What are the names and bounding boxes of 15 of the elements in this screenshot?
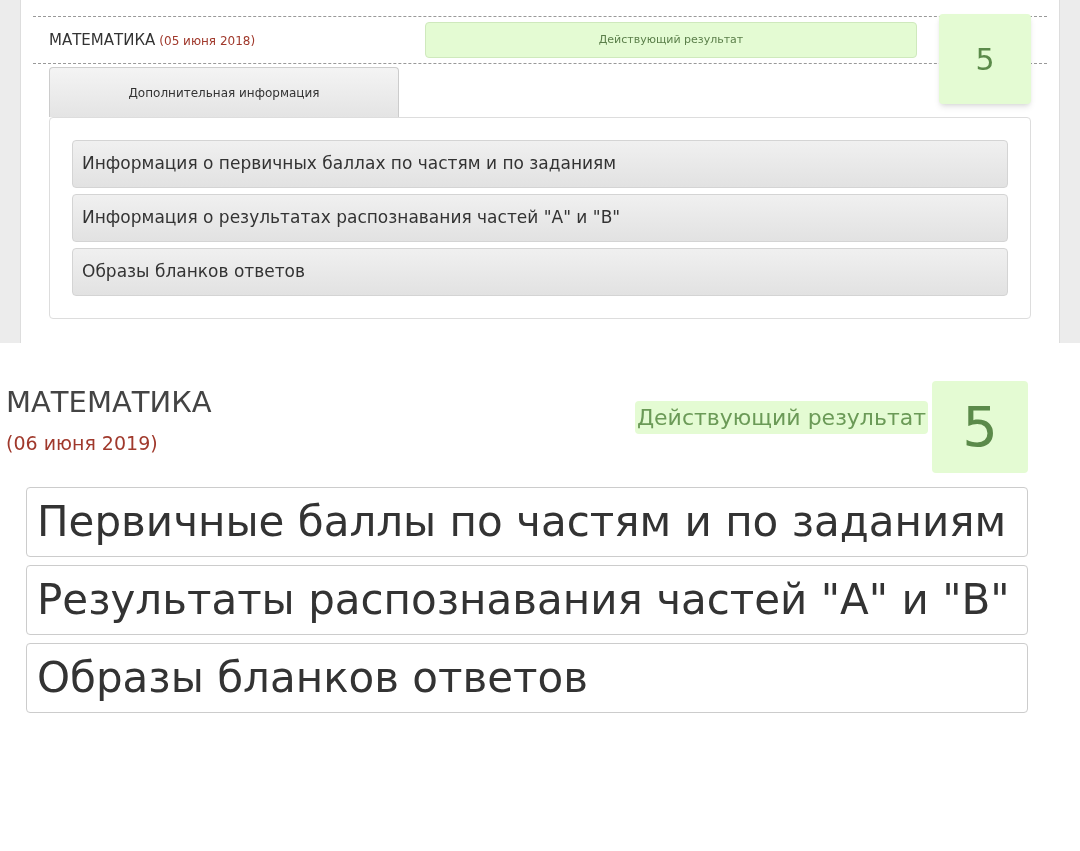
info-link[interactable]: Информация о первичных баллах по частям и по заданиям bbox=[72, 140, 1008, 188]
info-link[interactable]: Первичные баллы по частям и по заданиям bbox=[26, 487, 1028, 557]
grade-badge: 5 bbox=[939, 14, 1031, 104]
exam-date: (06 июня 2019) bbox=[6, 430, 159, 456]
info-link[interactable]: Образы бланков ответов bbox=[26, 643, 1028, 713]
tab[interactable]: Дополнительная информация bbox=[49, 67, 399, 117]
subject-title: МАТЕМАТИКА bbox=[6, 384, 213, 421]
info-link[interactable]: Результаты распознавания частей "А" и "В" bbox=[26, 565, 1028, 635]
info-link[interactable]: Образы бланков ответов bbox=[72, 248, 1008, 296]
grade-badge: 5 bbox=[932, 381, 1028, 473]
subject-title: МАТЕМАТИКА bbox=[49, 29, 156, 51]
result-status: Действующий результат bbox=[425, 22, 917, 58]
info-link[interactable]: Информация о результатах распознавания частей "А" и "В" bbox=[72, 194, 1008, 242]
result-status: Действующий результат bbox=[634, 401, 928, 434]
exam-date: (05 июня 2018) bbox=[159, 32, 256, 50]
